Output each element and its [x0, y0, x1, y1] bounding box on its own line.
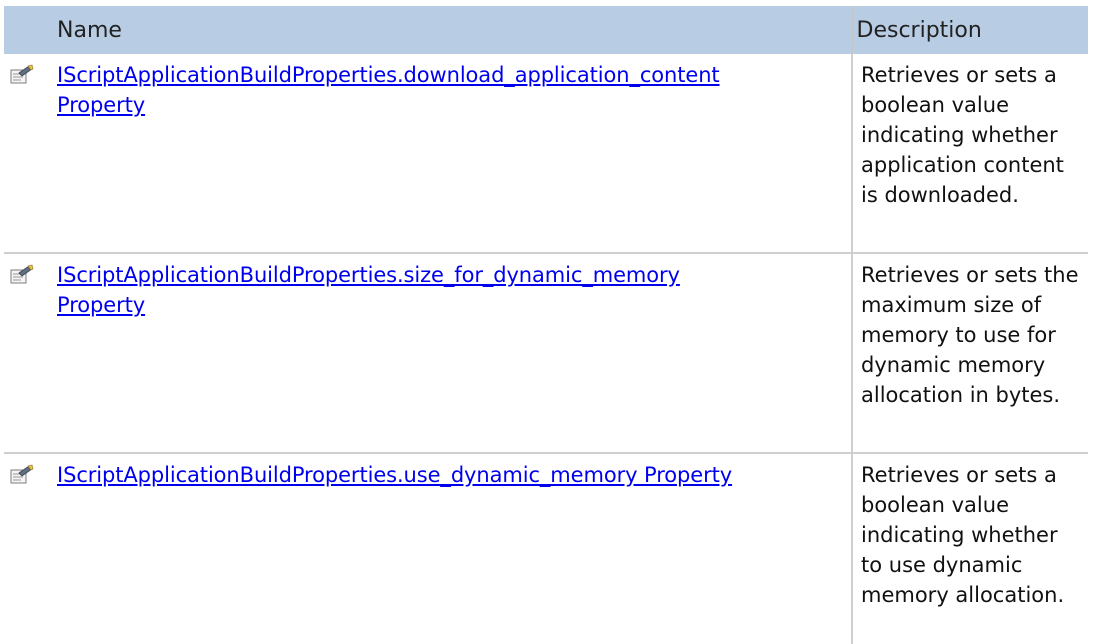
- header-description: Description: [851, 6, 1088, 54]
- members-page: Name Description IScriptApplicationBuild…: [0, 0, 1109, 644]
- member-link-line2: Property: [57, 93, 146, 117]
- header-name: Name: [52, 6, 852, 54]
- row-icon-cell: [4, 253, 52, 454]
- property-icon: [10, 264, 34, 286]
- table-row: IScriptApplicationBuildProperties.size_f…: [4, 253, 1088, 454]
- header-icon-column: [4, 6, 52, 54]
- member-link-line1: IScriptApplicationBuildProperties.use_dy…: [57, 463, 733, 487]
- member-link-line1: IScriptApplicationBuildProperties.downlo…: [57, 63, 720, 87]
- table-header-row: Name Description: [4, 6, 1088, 54]
- member-link-line1: IScriptApplicationBuildProperties.size_f…: [57, 263, 680, 287]
- row-name-cell: IScriptApplicationBuildProperties.downlo…: [52, 54, 852, 254]
- member-link-size-for-dynamic-memory[interactable]: IScriptApplicationBuildProperties.size_f…: [57, 263, 680, 317]
- property-icon: [10, 464, 34, 486]
- row-name-cell: IScriptApplicationBuildProperties.size_f…: [52, 253, 852, 454]
- row-description: Retrieves or sets a boolean value indica…: [851, 453, 1088, 644]
- member-link-download-application-content[interactable]: IScriptApplicationBuildProperties.downlo…: [57, 63, 720, 117]
- property-icon: [10, 64, 34, 86]
- row-icon-cell: [4, 453, 52, 644]
- row-description: Retrieves or sets a boolean value indica…: [851, 54, 1088, 254]
- table-row: IScriptApplicationBuildProperties.use_dy…: [4, 453, 1088, 644]
- row-name-cell: IScriptApplicationBuildProperties.use_dy…: [52, 453, 852, 644]
- member-link-use-dynamic-memory[interactable]: IScriptApplicationBuildProperties.use_dy…: [57, 463, 732, 487]
- row-description: Retrieves or sets the maximum size of me…: [851, 253, 1088, 454]
- member-link-line2: Property: [57, 293, 146, 317]
- table-row: IScriptApplicationBuildProperties.downlo…: [4, 54, 1088, 254]
- row-icon-cell: [4, 54, 52, 254]
- members-table: Name Description IScriptApplicationBuild…: [4, 6, 1088, 644]
